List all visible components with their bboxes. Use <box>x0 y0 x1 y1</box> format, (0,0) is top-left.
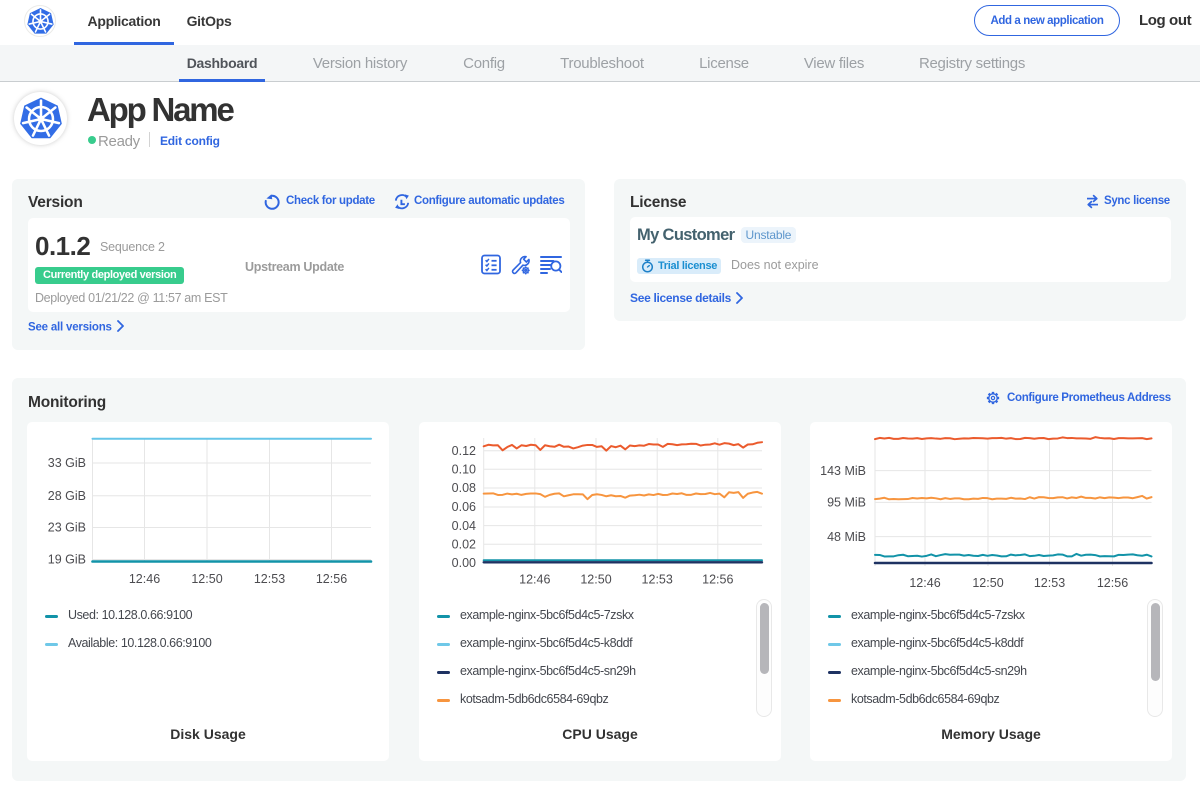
svg-text:28 GiB: 28 GiB <box>48 489 86 503</box>
svg-text:12:50: 12:50 <box>191 572 222 586</box>
svg-text:23 GiB: 23 GiB <box>48 521 86 535</box>
svg-text:95 MiB: 95 MiB <box>827 496 866 510</box>
svg-text:12:53: 12:53 <box>642 573 673 587</box>
svg-text:12:53: 12:53 <box>254 572 285 586</box>
svg-text:12:56: 12:56 <box>1097 576 1128 590</box>
svg-text:12:50: 12:50 <box>972 576 1003 590</box>
svg-text:12:50: 12:50 <box>580 573 611 587</box>
svg-text:143 MiB: 143 MiB <box>820 464 866 478</box>
svg-text:0.12: 0.12 <box>452 444 476 458</box>
svg-text:0.04: 0.04 <box>452 519 476 533</box>
svg-text:12:46: 12:46 <box>129 572 160 586</box>
svg-text:0.06: 0.06 <box>452 500 476 514</box>
svg-text:33 GiB: 33 GiB <box>48 456 86 470</box>
svg-text:0.10: 0.10 <box>452 463 476 477</box>
svg-text:0.00: 0.00 <box>452 556 476 570</box>
svg-text:12:56: 12:56 <box>316 572 347 586</box>
svg-text:0.08: 0.08 <box>452 481 476 495</box>
svg-text:0.02: 0.02 <box>452 538 476 552</box>
svg-text:19 GiB: 19 GiB <box>48 553 86 567</box>
svg-text:12:56: 12:56 <box>702 573 733 587</box>
svg-text:12:46: 12:46 <box>909 576 940 590</box>
svg-text:12:46: 12:46 <box>519 573 550 587</box>
svg-text:48 MiB: 48 MiB <box>827 530 866 544</box>
svg-text:12:53: 12:53 <box>1034 576 1065 590</box>
